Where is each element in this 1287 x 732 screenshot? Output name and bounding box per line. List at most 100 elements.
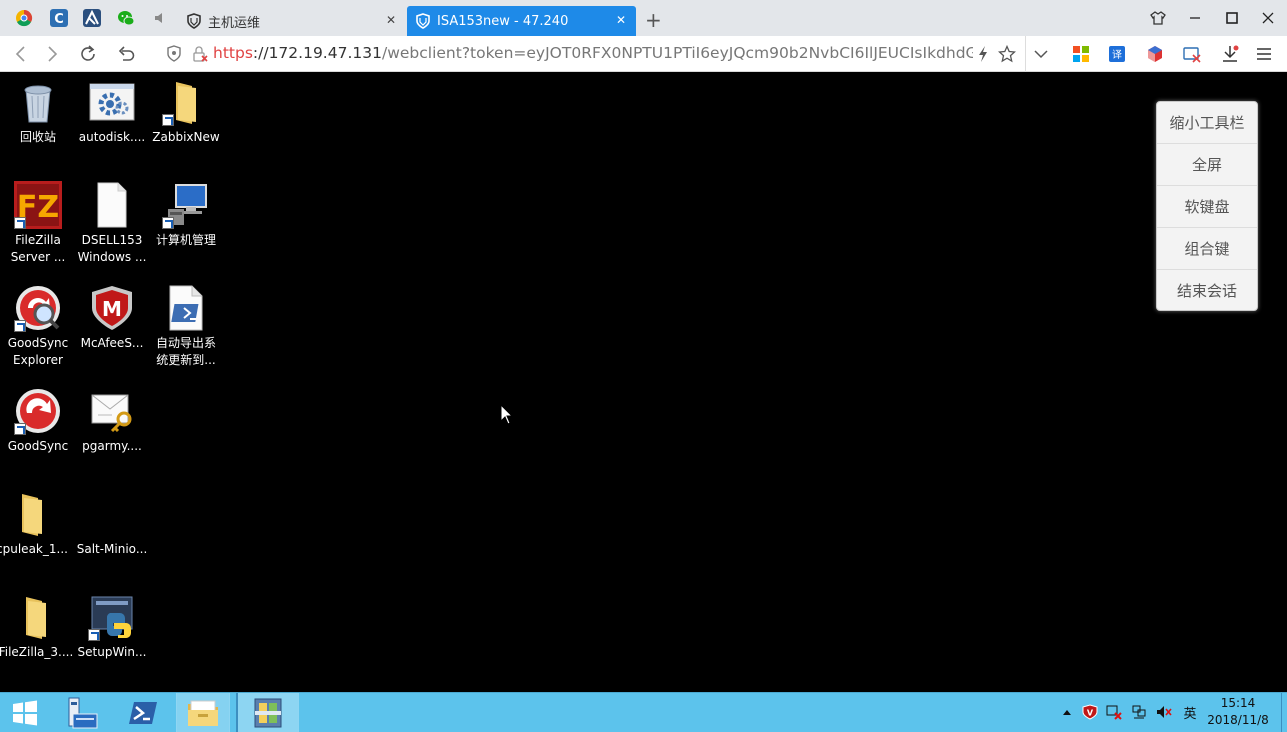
mcafee-tray-icon[interactable]: V — [1082, 704, 1098, 720]
desktop-icon-filezilla-server[interactable]: FZ FileZilla Server ... — [0, 175, 76, 266]
close-window-icon[interactable] — [1257, 8, 1279, 28]
start-button[interactable] — [0, 693, 50, 732]
minimize-icon[interactable] — [1184, 8, 1206, 28]
disconnected-tray-icon[interactable] — [1106, 704, 1122, 720]
new-tab-button[interactable]: + — [645, 8, 662, 32]
desktop-icon-label: 自动导出系 统更新到... — [155, 336, 216, 367]
address-bar: https://172.19.47.131/webclient?token=ey… — [0, 36, 1287, 72]
forward-icon[interactable] — [42, 43, 64, 65]
network-tray-icon[interactable] — [1131, 704, 1147, 720]
desktop-icon-label: 回收站 — [19, 130, 56, 144]
download-icon[interactable] — [1221, 45, 1239, 63]
desktop-icon-goodsync-explorer[interactable]: GoodSync Explorer — [0, 278, 76, 369]
star-icon[interactable] — [997, 44, 1017, 63]
powershell-icon — [129, 701, 157, 724]
desktop-icon-salt-minion[interactable]: Salt-Minio... — [74, 484, 150, 558]
url-input[interactable]: https://172.19.47.131/webclient?token=ey… — [213, 44, 973, 62]
taskbar-server-manager[interactable] — [56, 693, 106, 732]
desktop-icon-label: FileZilla_3.... — [0, 645, 74, 659]
divider — [1025, 36, 1026, 72]
mouse-cursor-icon — [500, 403, 514, 430]
taskbar-file-explorer[interactable] — [176, 693, 230, 732]
tab-host-ops[interactable]: 主机运维 ✕ — [178, 6, 406, 36]
desktop-icon-auto-export-script[interactable]: 自动导出系 统更新到... — [148, 278, 224, 369]
tray-expand-icon[interactable] — [1059, 704, 1075, 720]
shrink-toolbar-button[interactable]: 缩小工具栏 — [1157, 102, 1257, 144]
apps-grid-icon[interactable] — [1072, 45, 1090, 63]
taskbar-powershell[interactable] — [118, 693, 168, 732]
taskbar-rdp-app[interactable] — [236, 693, 299, 732]
reload-icon[interactable] — [77, 43, 99, 65]
shortcut-arrow-icon — [88, 629, 100, 641]
folder-icon — [162, 78, 210, 126]
show-desktop-button[interactable] — [1281, 693, 1287, 732]
desktop-icon-cpuleak[interactable]: cpuleak_1... — [0, 484, 70, 558]
desktop-icon-label: FileZilla Server ... — [10, 233, 66, 264]
shield-icon — [187, 13, 201, 29]
soft-keyboard-button[interactable]: 软键盘 — [1157, 186, 1257, 228]
shortcut-arrow-icon — [162, 114, 174, 126]
goodsync-icon — [14, 387, 62, 435]
fullscreen-button[interactable]: 全屏 — [1157, 144, 1257, 186]
desktop-icon-mcafee[interactable]: M McAfeeS... — [74, 278, 150, 352]
tab-title: ISA153new - 47.240 — [437, 13, 569, 29]
desktop-icon-dsell153[interactable]: DSELL153 Windows ... — [74, 175, 150, 266]
desktop-icon-label: GoodSync — [7, 439, 69, 453]
tab-title: 主机运维 — [208, 15, 261, 31]
close-tab-icon[interactable]: ✕ — [616, 13, 626, 27]
key-combo-button[interactable]: 组合键 — [1157, 228, 1257, 270]
desktop-icon-autodisk[interactable]: autodisk.... — [74, 72, 150, 146]
file-icon — [88, 181, 136, 229]
lightning-icon[interactable] — [977, 45, 995, 63]
cube-extension-icon[interactable] — [1146, 45, 1164, 63]
insecure-lock-icon[interactable] — [191, 45, 209, 63]
desktop-icon-recycle-bin[interactable]: 回收站 — [0, 72, 76, 146]
remote-app-icon — [254, 698, 282, 727]
shortcut-arrow-icon — [14, 217, 26, 229]
volume-muted-icon[interactable] — [1156, 704, 1172, 720]
computer-management-icon — [162, 181, 210, 229]
browser-logo-icon[interactable] — [14, 8, 34, 28]
desktop-icon-pgarmy[interactable]: pgarmy.... — [74, 381, 150, 455]
maximize-icon[interactable] — [1221, 8, 1243, 28]
desktop-icon-computer-management[interactable]: 计算机管理 — [148, 175, 224, 249]
end-session-button[interactable]: 结束会话 — [1157, 270, 1257, 311]
screenshot-tool-icon[interactable] — [1183, 45, 1201, 63]
desktop-icon-filezilla3[interactable]: FileZilla_3.... — [0, 587, 74, 661]
menu-icon[interactable] — [1255, 45, 1273, 63]
skin-icon[interactable] — [1147, 8, 1169, 28]
desktop-icon-label: cpuleak_1... — [0, 542, 68, 556]
clock-time: 15:14 — [1220, 696, 1256, 710]
blank-icon — [88, 490, 136, 538]
close-tab-icon[interactable]: ✕ — [386, 13, 396, 27]
undo-icon[interactable] — [116, 43, 138, 65]
svg-text:M: M — [102, 297, 122, 321]
remote-desktop[interactable]: 回收站 FZ FileZilla Server ... GoodSync Exp… — [0, 72, 1287, 692]
chevron-down-icon[interactable] — [1033, 45, 1051, 63]
python-setup-icon — [88, 593, 136, 641]
desktop-icon-goodsync[interactable]: GoodSync — [0, 381, 76, 455]
speaker-icon[interactable] — [150, 8, 170, 28]
desktop-icon-label: DSELL153 Windows ... — [77, 233, 147, 264]
desktop-icon-zabbixnew[interactable]: ZabbixNew — [148, 72, 224, 146]
clock-date: 2018/11/8 — [1207, 713, 1269, 727]
clock[interactable]: 15:14 2018/11/8 — [1200, 695, 1276, 729]
settings-app-icon — [88, 78, 136, 126]
shortcut-arrow-icon — [14, 320, 26, 332]
back-icon[interactable] — [9, 43, 31, 65]
desktop-icon-label: ZabbixNew — [152, 130, 220, 144]
c-app-icon[interactable]: C — [49, 8, 69, 28]
ime-indicator[interactable]: 英 — [1181, 704, 1199, 722]
wechat-icon[interactable] — [116, 8, 136, 28]
n-app-icon[interactable] — [82, 8, 102, 28]
windows-logo-icon — [13, 700, 37, 725]
desktop-icon-setupwin[interactable]: SetupWin... — [74, 587, 150, 661]
security-shield-icon[interactable] — [166, 45, 184, 63]
translate-icon[interactable]: 译 — [1108, 45, 1126, 63]
shortcut-arrow-icon — [162, 217, 174, 229]
taskbar: V 英 15:14 2018/11/8 — [0, 692, 1287, 732]
desktop-icon-label: GoodSync Explorer — [7, 336, 69, 367]
tab-isa153new[interactable]: ISA153new - 47.240 ✕ — [407, 6, 636, 36]
svg-text:C: C — [54, 12, 64, 27]
svg-text:V: V — [1087, 709, 1094, 718]
